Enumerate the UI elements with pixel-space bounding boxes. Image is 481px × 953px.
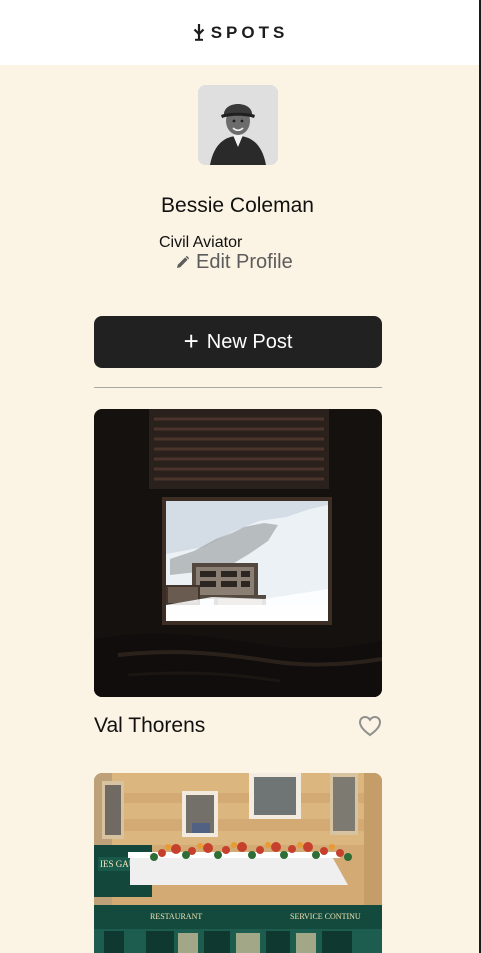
edit-profile-button[interactable]: Edit Profile: [175, 251, 293, 274]
new-post-label: New Post: [206, 330, 293, 353]
svg-text:RESTAURANT: RESTAURANT: [150, 912, 202, 921]
heart-outline-icon: [357, 714, 383, 738]
top-header: SPOTS: [0, 0, 481, 65]
fork-arrow-icon: [193, 24, 205, 41]
logo[interactable]: SPOTS: [193, 23, 289, 43]
new-post-button[interactable]: + New Post: [94, 316, 382, 368]
edit-profile-label: Edit Profile: [196, 251, 293, 273]
profile-description: Civil Aviator: [159, 234, 243, 251]
avatar: [198, 85, 278, 165]
logo-text: SPOTS: [210, 22, 289, 42]
svg-text:SERVICE CONTINU: SERVICE CONTINU: [290, 912, 361, 921]
plus-icon: +: [183, 325, 199, 356]
profile-name: Bessie Coleman: [161, 194, 314, 217]
divider: [94, 387, 382, 388]
pencil-icon: [175, 255, 190, 270]
post-image-restaurant[interactable]: IES GAUBERT RESTAURANT SERVICE CONTINU: [94, 773, 382, 953]
like-button[interactable]: [357, 714, 383, 738]
post-title: Val Thorens: [94, 714, 206, 737]
post-image-val-thorens[interactable]: [94, 409, 382, 697]
